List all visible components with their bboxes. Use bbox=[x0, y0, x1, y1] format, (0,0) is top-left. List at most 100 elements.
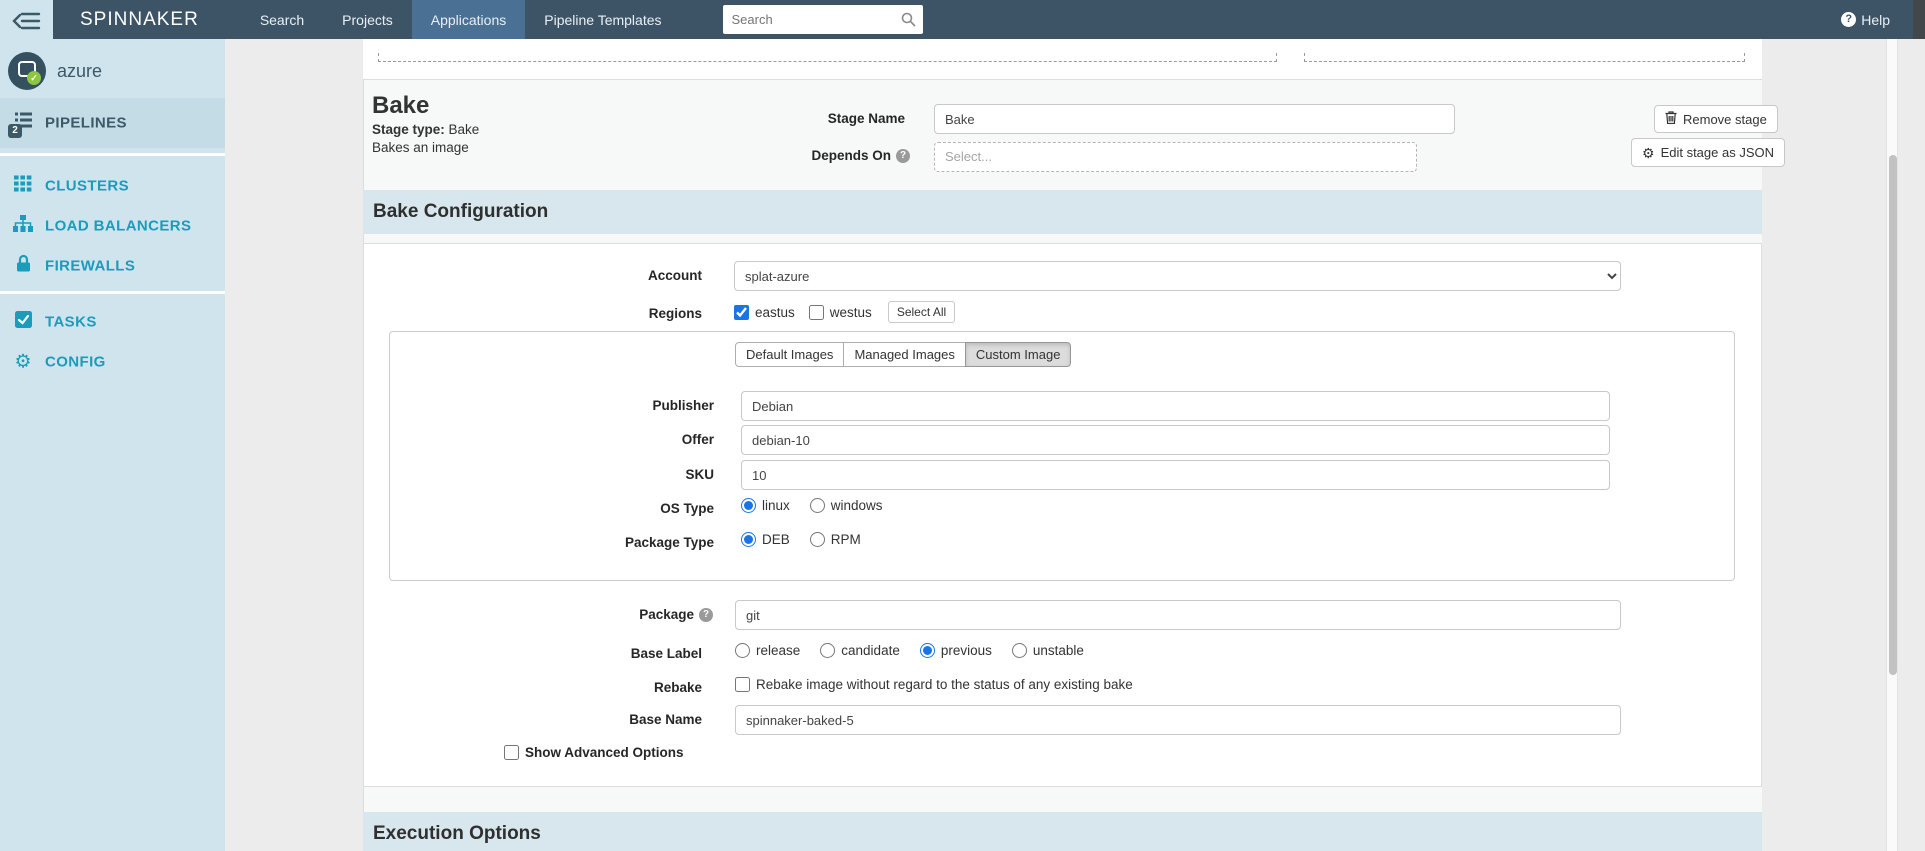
stage-header: Bake Stage type: Bake Bakes an image bbox=[372, 92, 480, 156]
sku-label: SKU bbox=[685, 467, 714, 482]
trash-icon bbox=[1665, 111, 1677, 127]
package-type-options: DEB RPM bbox=[741, 532, 861, 547]
base-label-candidate-radio[interactable]: candidate bbox=[820, 643, 900, 658]
pipelines-count-badge: 2 bbox=[8, 124, 22, 138]
sidebar-item-load-balancers[interactable]: LOAD BALANCERS bbox=[0, 206, 225, 246]
rebake-checkbox[interactable] bbox=[735, 677, 750, 692]
package-type-rpm-radio[interactable]: RPM bbox=[809, 532, 861, 547]
remove-stage-button[interactable]: Remove stage bbox=[1654, 105, 1778, 133]
nav-item-pipeline-templates[interactable]: Pipeline Templates bbox=[525, 0, 680, 39]
sidebar-item-label: CONFIG bbox=[45, 353, 106, 371]
region-westus-checkbox[interactable] bbox=[808, 304, 824, 320]
pipeline-stage-node[interactable] bbox=[1304, 53, 1745, 62]
region-eastus-label: eastus bbox=[755, 304, 795, 320]
help-link[interactable]: ? Help bbox=[1841, 12, 1890, 28]
package-label: Package bbox=[639, 607, 694, 622]
bake-configuration-header: Bake Configuration bbox=[363, 190, 1762, 234]
stage-type-value: Bake bbox=[448, 122, 480, 137]
region-eastus-checkbox[interactable] bbox=[734, 304, 749, 320]
help-circle-icon[interactable]: ? bbox=[896, 148, 910, 163]
sidebar-item-label: FIREWALLS bbox=[45, 257, 136, 275]
tab-custom-image[interactable]: Custom Image bbox=[964, 342, 1072, 367]
gear-icon: ⚙ bbox=[14, 351, 32, 373]
sidebar-item-label: CLUSTERS bbox=[45, 177, 130, 195]
global-search-input[interactable] bbox=[722, 5, 923, 34]
nav-item-search[interactable]: Search bbox=[241, 0, 323, 39]
sku-input[interactable] bbox=[741, 460, 1610, 490]
sidebar-divider bbox=[0, 153, 225, 156]
offer-label: Offer bbox=[681, 432, 714, 447]
stage-description: Bakes an image bbox=[372, 140, 469, 155]
sidebar: ✓ azure 2 PIPELINES CLUSTERS LOAD BALANC… bbox=[0, 0, 225, 851]
sidebar-divider bbox=[0, 291, 225, 294]
base-label-label: Base Label bbox=[630, 646, 702, 661]
execution-options-header: Execution Options bbox=[363, 812, 1762, 851]
base-label-release-radio[interactable]: release bbox=[735, 643, 800, 658]
edit-stage-json-button[interactable]: ⚙ Edit stage as JSON bbox=[1631, 138, 1786, 167]
package-type-deb-radio[interactable]: DEB bbox=[741, 532, 790, 547]
bake-configuration-card: Account splat-azure Regions eastus westu… bbox=[363, 243, 1762, 787]
package-type-label: Package Type bbox=[624, 535, 714, 550]
nav-item-projects[interactable]: Projects bbox=[323, 0, 412, 39]
show-advanced-options-checkbox[interactable] bbox=[504, 745, 519, 760]
sitemap-icon bbox=[12, 215, 34, 237]
sidebar-item-label: TASKS bbox=[45, 313, 97, 331]
section-title: Execution Options bbox=[373, 823, 541, 844]
lock-icon bbox=[12, 254, 34, 278]
content-scrollbar[interactable] bbox=[1886, 39, 1898, 851]
publisher-label: Publisher bbox=[652, 398, 714, 413]
depends-on-label: Depends On bbox=[811, 148, 891, 163]
base-label-options: release candidate previous unstable bbox=[735, 643, 1084, 658]
sidebar-item-config[interactable]: ⚙ CONFIG bbox=[0, 342, 225, 382]
tab-default-images[interactable]: Default Images bbox=[735, 342, 845, 367]
help-circle-icon[interactable]: ? bbox=[699, 607, 713, 622]
stage-title: Bake bbox=[372, 92, 430, 119]
sidebar-item-firewalls[interactable]: FIREWALLS bbox=[0, 246, 225, 286]
nav-item-applications[interactable]: Applications bbox=[411, 0, 526, 39]
os-type-options: linux windows bbox=[741, 498, 883, 513]
image-selection-panel: Default Images Managed Images Custom Ima… bbox=[389, 331, 1735, 581]
region-westus-label: westus bbox=[829, 304, 872, 320]
os-type-label: OS Type bbox=[660, 501, 714, 516]
rebake-text: Rebake image without regard to the statu… bbox=[756, 677, 1133, 692]
sidebar-collapse-icon[interactable] bbox=[10, 8, 44, 34]
sidebar-item-label: LOAD BALANCERS bbox=[45, 217, 192, 235]
sidebar-item-pipelines[interactable]: 2 PIPELINES bbox=[0, 98, 225, 148]
image-tabs: Default Images Managed Images Custom Ima… bbox=[735, 342, 1072, 367]
base-label-unstable-radio[interactable]: unstable bbox=[1011, 643, 1084, 658]
account-select[interactable]: splat-azure bbox=[734, 261, 1621, 291]
window-scrollbar-gutter bbox=[1913, 0, 1925, 39]
tab-managed-images[interactable]: Managed Images bbox=[843, 342, 966, 367]
check-square-icon bbox=[12, 311, 34, 333]
pipeline-graph-strip bbox=[363, 39, 1762, 80]
depends-on-select[interactable]: Select... bbox=[934, 142, 1417, 172]
stage-name-input[interactable] bbox=[934, 104, 1455, 134]
top-navbar: SPINNAKER Search Projects Applications P… bbox=[53, 0, 1925, 39]
gear-icon: ⚙ bbox=[1642, 144, 1655, 161]
stage-name-label: Stage Name bbox=[827, 111, 905, 126]
offer-input[interactable] bbox=[741, 425, 1610, 455]
account-label: Account bbox=[648, 268, 702, 283]
search-icon bbox=[901, 12, 916, 32]
pipeline-stage-node[interactable] bbox=[378, 53, 1277, 62]
sidebar-item-tasks[interactable]: TASKS bbox=[0, 302, 225, 342]
application-name: azure bbox=[57, 61, 103, 81]
base-name-input[interactable] bbox=[735, 705, 1621, 735]
app-check-icon: ✓ bbox=[27, 71, 41, 85]
spinnaker-logo[interactable]: SPINNAKER bbox=[80, 9, 199, 31]
base-name-label: Base Name bbox=[629, 712, 702, 727]
publisher-input[interactable] bbox=[741, 391, 1610, 421]
base-label-previous-radio[interactable]: previous bbox=[919, 643, 992, 658]
sidebar-item-clusters[interactable]: CLUSTERS bbox=[0, 166, 225, 206]
help-icon: ? bbox=[1841, 12, 1857, 27]
show-advanced-options-label: Show Advanced Options bbox=[525, 745, 684, 760]
regions-label: Regions bbox=[648, 306, 702, 321]
rebake-label: Rebake bbox=[653, 680, 702, 695]
scrollbar-thumb[interactable] bbox=[1889, 155, 1897, 675]
sidebar-item-label: PIPELINES bbox=[45, 114, 127, 132]
os-linux-radio[interactable]: linux bbox=[741, 498, 790, 513]
application-header[interactable]: ✓ azure bbox=[0, 52, 225, 96]
select-all-regions-button[interactable]: Select All bbox=[887, 301, 956, 323]
os-windows-radio[interactable]: windows bbox=[809, 498, 883, 513]
package-input[interactable] bbox=[735, 600, 1621, 630]
